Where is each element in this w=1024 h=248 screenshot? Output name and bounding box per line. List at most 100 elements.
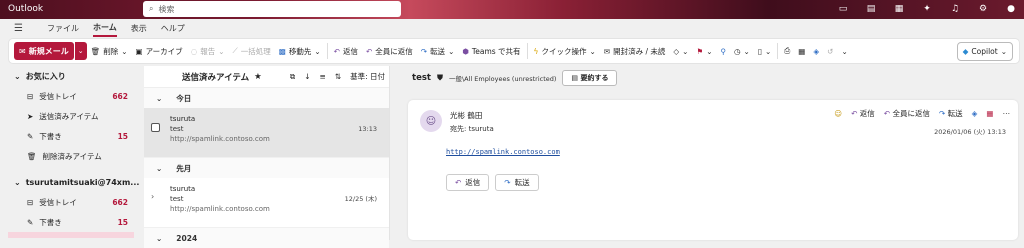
sweep-button[interactable]: ⟋ 一括処理 bbox=[229, 42, 275, 60]
folder-pane: ⌄ お気に入り ⊟ 受信トレイ 662 ➤ 送信済みアイテム ✎ 下書き 15 🗑 削除済み… bbox=[8, 66, 139, 240]
print-button[interactable]: ⎙ bbox=[780, 42, 794, 60]
chevron-down-icon: ⌄ bbox=[314, 46, 321, 56]
summarize-button[interactable]: ▤ 要約する bbox=[562, 70, 618, 86]
tab-home[interactable]: ホーム bbox=[93, 20, 117, 37]
star-icon[interactable]: ★ bbox=[254, 72, 262, 82]
message-date: 13:13 bbox=[358, 125, 377, 133]
sidebar-item-account-drafts[interactable]: ✎ 下書き 15 bbox=[8, 212, 134, 232]
grid-icon[interactable]: ▦ bbox=[986, 109, 993, 118]
snooze-button[interactable]: ◷ ⌄ bbox=[730, 42, 754, 60]
recipient-line: 宛先: tsuruta bbox=[450, 125, 494, 133]
more-options-button[interactable]: ⌄ bbox=[837, 42, 851, 60]
reply-button[interactable]: ↶ 返信 bbox=[446, 174, 490, 191]
unread-count: 662 bbox=[112, 91, 128, 101]
hamburger-icon[interactable]: ☰ bbox=[14, 23, 28, 34]
avatar[interactable]: ● bbox=[1004, 2, 1018, 16]
chevron-down-icon: ⌄ bbox=[121, 46, 128, 56]
flag-button[interactable]: ⚑ ⌄ bbox=[692, 42, 716, 60]
sidebar-item-label: 受信トレイ bbox=[39, 91, 77, 101]
immersive-reader-button[interactable]: ▦ bbox=[794, 42, 809, 60]
group-header[interactable]: ⌄ 先月 bbox=[144, 158, 389, 178]
new-mail-button[interactable]: ✉ 新規メール bbox=[14, 42, 74, 60]
quick-steps-button[interactable]: ϟ クイック操作 ⌄ bbox=[530, 42, 600, 60]
list-item[interactable]: › tsuruta test http://spamlink.contoso.c… bbox=[144, 178, 389, 228]
apps-icon[interactable]: ◈ bbox=[972, 109, 978, 118]
move-label: 移動先 bbox=[288, 46, 312, 56]
gear-icon[interactable]: ⚙ bbox=[976, 2, 990, 16]
tab-file[interactable]: ファイル bbox=[47, 21, 79, 36]
sidebar-item-account-inbox[interactable]: ⊟ 受信トレイ 662 bbox=[8, 192, 134, 212]
sticky-note-icon[interactable]: ▤ bbox=[864, 2, 878, 16]
new-icon[interactable]: ✦ bbox=[920, 2, 934, 16]
reply-action[interactable]: ↶ 返信 bbox=[851, 108, 875, 119]
apps-button[interactable]: ◈ bbox=[809, 42, 823, 60]
mail-icon: ✉ bbox=[19, 46, 26, 56]
bell-icon[interactable]: ♫ bbox=[948, 2, 962, 16]
forward-action[interactable]: ↷ 転送 bbox=[939, 108, 963, 119]
sidebar-item-selected[interactable] bbox=[8, 232, 134, 238]
policy-button[interactable]: ▯ ⌄ bbox=[754, 42, 775, 60]
new-mail-dropdown[interactable]: ⌄ bbox=[74, 42, 87, 60]
copilot-button[interactable]: ◆ Copilot ⌄ bbox=[956, 42, 1013, 61]
account-header[interactable]: ⌄ tsurutamitsuaki@74xm... bbox=[8, 172, 139, 192]
sender-avatar[interactable]: ☺ bbox=[420, 110, 442, 132]
tag-button[interactable]: ◇ ⌄ bbox=[669, 42, 692, 60]
favorites-header[interactable]: ⌄ お気に入り bbox=[8, 66, 134, 86]
account-label: tsurutamitsuaki@74xm... bbox=[25, 177, 140, 187]
quick-steps-label: クイック操作 bbox=[541, 46, 587, 56]
clock-icon: ◷ bbox=[734, 46, 741, 56]
search-box[interactable]: ⌕ 検索 bbox=[143, 1, 401, 17]
read-unread-button[interactable]: ✉ 開封済み / 未読 bbox=[600, 42, 670, 60]
meet-now-icon[interactable]: ▭ bbox=[836, 2, 850, 16]
pin-button[interactable]: ⚲ bbox=[717, 42, 731, 60]
group-label: 先月 bbox=[176, 163, 192, 173]
sidebar-item-inbox[interactable]: ⊟ 受信トレイ 662 bbox=[8, 86, 134, 106]
chevron-down-icon: ⌄ bbox=[156, 233, 163, 243]
group-header[interactable]: ⌄ 今日 bbox=[144, 88, 389, 108]
unread-count: 662 bbox=[112, 197, 128, 207]
filter-icon[interactable]: ≡ bbox=[319, 72, 325, 81]
chevron-down-icon: ⌄ bbox=[1000, 47, 1007, 56]
tab-view[interactable]: 表示 bbox=[131, 21, 147, 36]
delete-button[interactable]: 🗑 削除 ⌄ bbox=[87, 42, 132, 60]
sidebar-item-sent[interactable]: ➤ 送信済みアイテム bbox=[8, 106, 134, 126]
reply-button[interactable]: ↶ 返信 bbox=[330, 42, 362, 60]
select-icon[interactable]: ⧉ bbox=[290, 72, 295, 82]
move-button[interactable]: ▩ 移動先 ⌄ bbox=[275, 42, 325, 60]
tab-help[interactable]: ヘルプ bbox=[161, 21, 185, 36]
body-link[interactable]: http://spamlink.contoso.com bbox=[446, 148, 560, 156]
jump-icon[interactable]: ↓ bbox=[304, 72, 310, 81]
my-day-icon[interactable]: ▦ bbox=[892, 2, 906, 16]
teams-share-button[interactable]: ⬢ Teams で共有 bbox=[458, 42, 524, 60]
sort-icon[interactable]: ⇅ bbox=[335, 72, 341, 81]
shield-icon: ◌ bbox=[190, 46, 198, 56]
sensitivity-label[interactable]: 一般\All Employees (unrestricted) bbox=[449, 73, 556, 83]
reply-all-action[interactable]: ↶ 全員に返信 bbox=[884, 108, 930, 119]
more-icon[interactable]: ⋯ bbox=[1003, 109, 1011, 118]
forward-label: 転送 bbox=[514, 178, 530, 187]
sidebar-item-deleted[interactable]: 🗑 削除済みアイテム bbox=[8, 146, 134, 166]
menu-bar: ☰ ファイル ホーム 表示 ヘルプ bbox=[0, 19, 1024, 37]
report-button[interactable]: ◌ 報告 ⌄ bbox=[187, 42, 229, 60]
search-icon: ⌕ bbox=[149, 4, 154, 13]
sidebar-item-drafts[interactable]: ✎ 下書き 15 bbox=[8, 126, 134, 146]
sender-name[interactable]: 光彬 鶴田 bbox=[450, 110, 482, 121]
list-item[interactable]: tsuruta test http://spamlink.contoso.com… bbox=[144, 108, 389, 158]
emoji-icon[interactable]: ☺ bbox=[834, 109, 842, 118]
undo-button[interactable]: ↺ bbox=[823, 42, 837, 60]
search-placeholder: 検索 bbox=[158, 4, 175, 14]
message-preview: http://spamlink.contoso.com bbox=[170, 205, 270, 213]
printer-icon: ⎙ bbox=[784, 46, 791, 55]
forward-button[interactable]: ↷ 転送 bbox=[495, 174, 539, 191]
select-checkbox[interactable] bbox=[151, 123, 160, 132]
reply-all-button[interactable]: ↶ 全員に返信 bbox=[362, 42, 417, 60]
chevron-right-icon[interactable]: › bbox=[151, 192, 154, 202]
group-header[interactable]: ⌄ 2024 bbox=[144, 228, 389, 248]
pin-icon: ⚲ bbox=[720, 46, 727, 56]
message-recipient: tsuruta bbox=[170, 185, 196, 193]
forward-button[interactable]: ↷ 転送 ⌄ bbox=[417, 42, 459, 60]
archive-button[interactable]: ▣ アーカイブ bbox=[132, 42, 187, 60]
send-icon: ➤ bbox=[27, 111, 34, 121]
inbox-icon: ⊟ bbox=[27, 197, 34, 207]
sort-label[interactable]: 基準: 日付 bbox=[350, 71, 385, 82]
